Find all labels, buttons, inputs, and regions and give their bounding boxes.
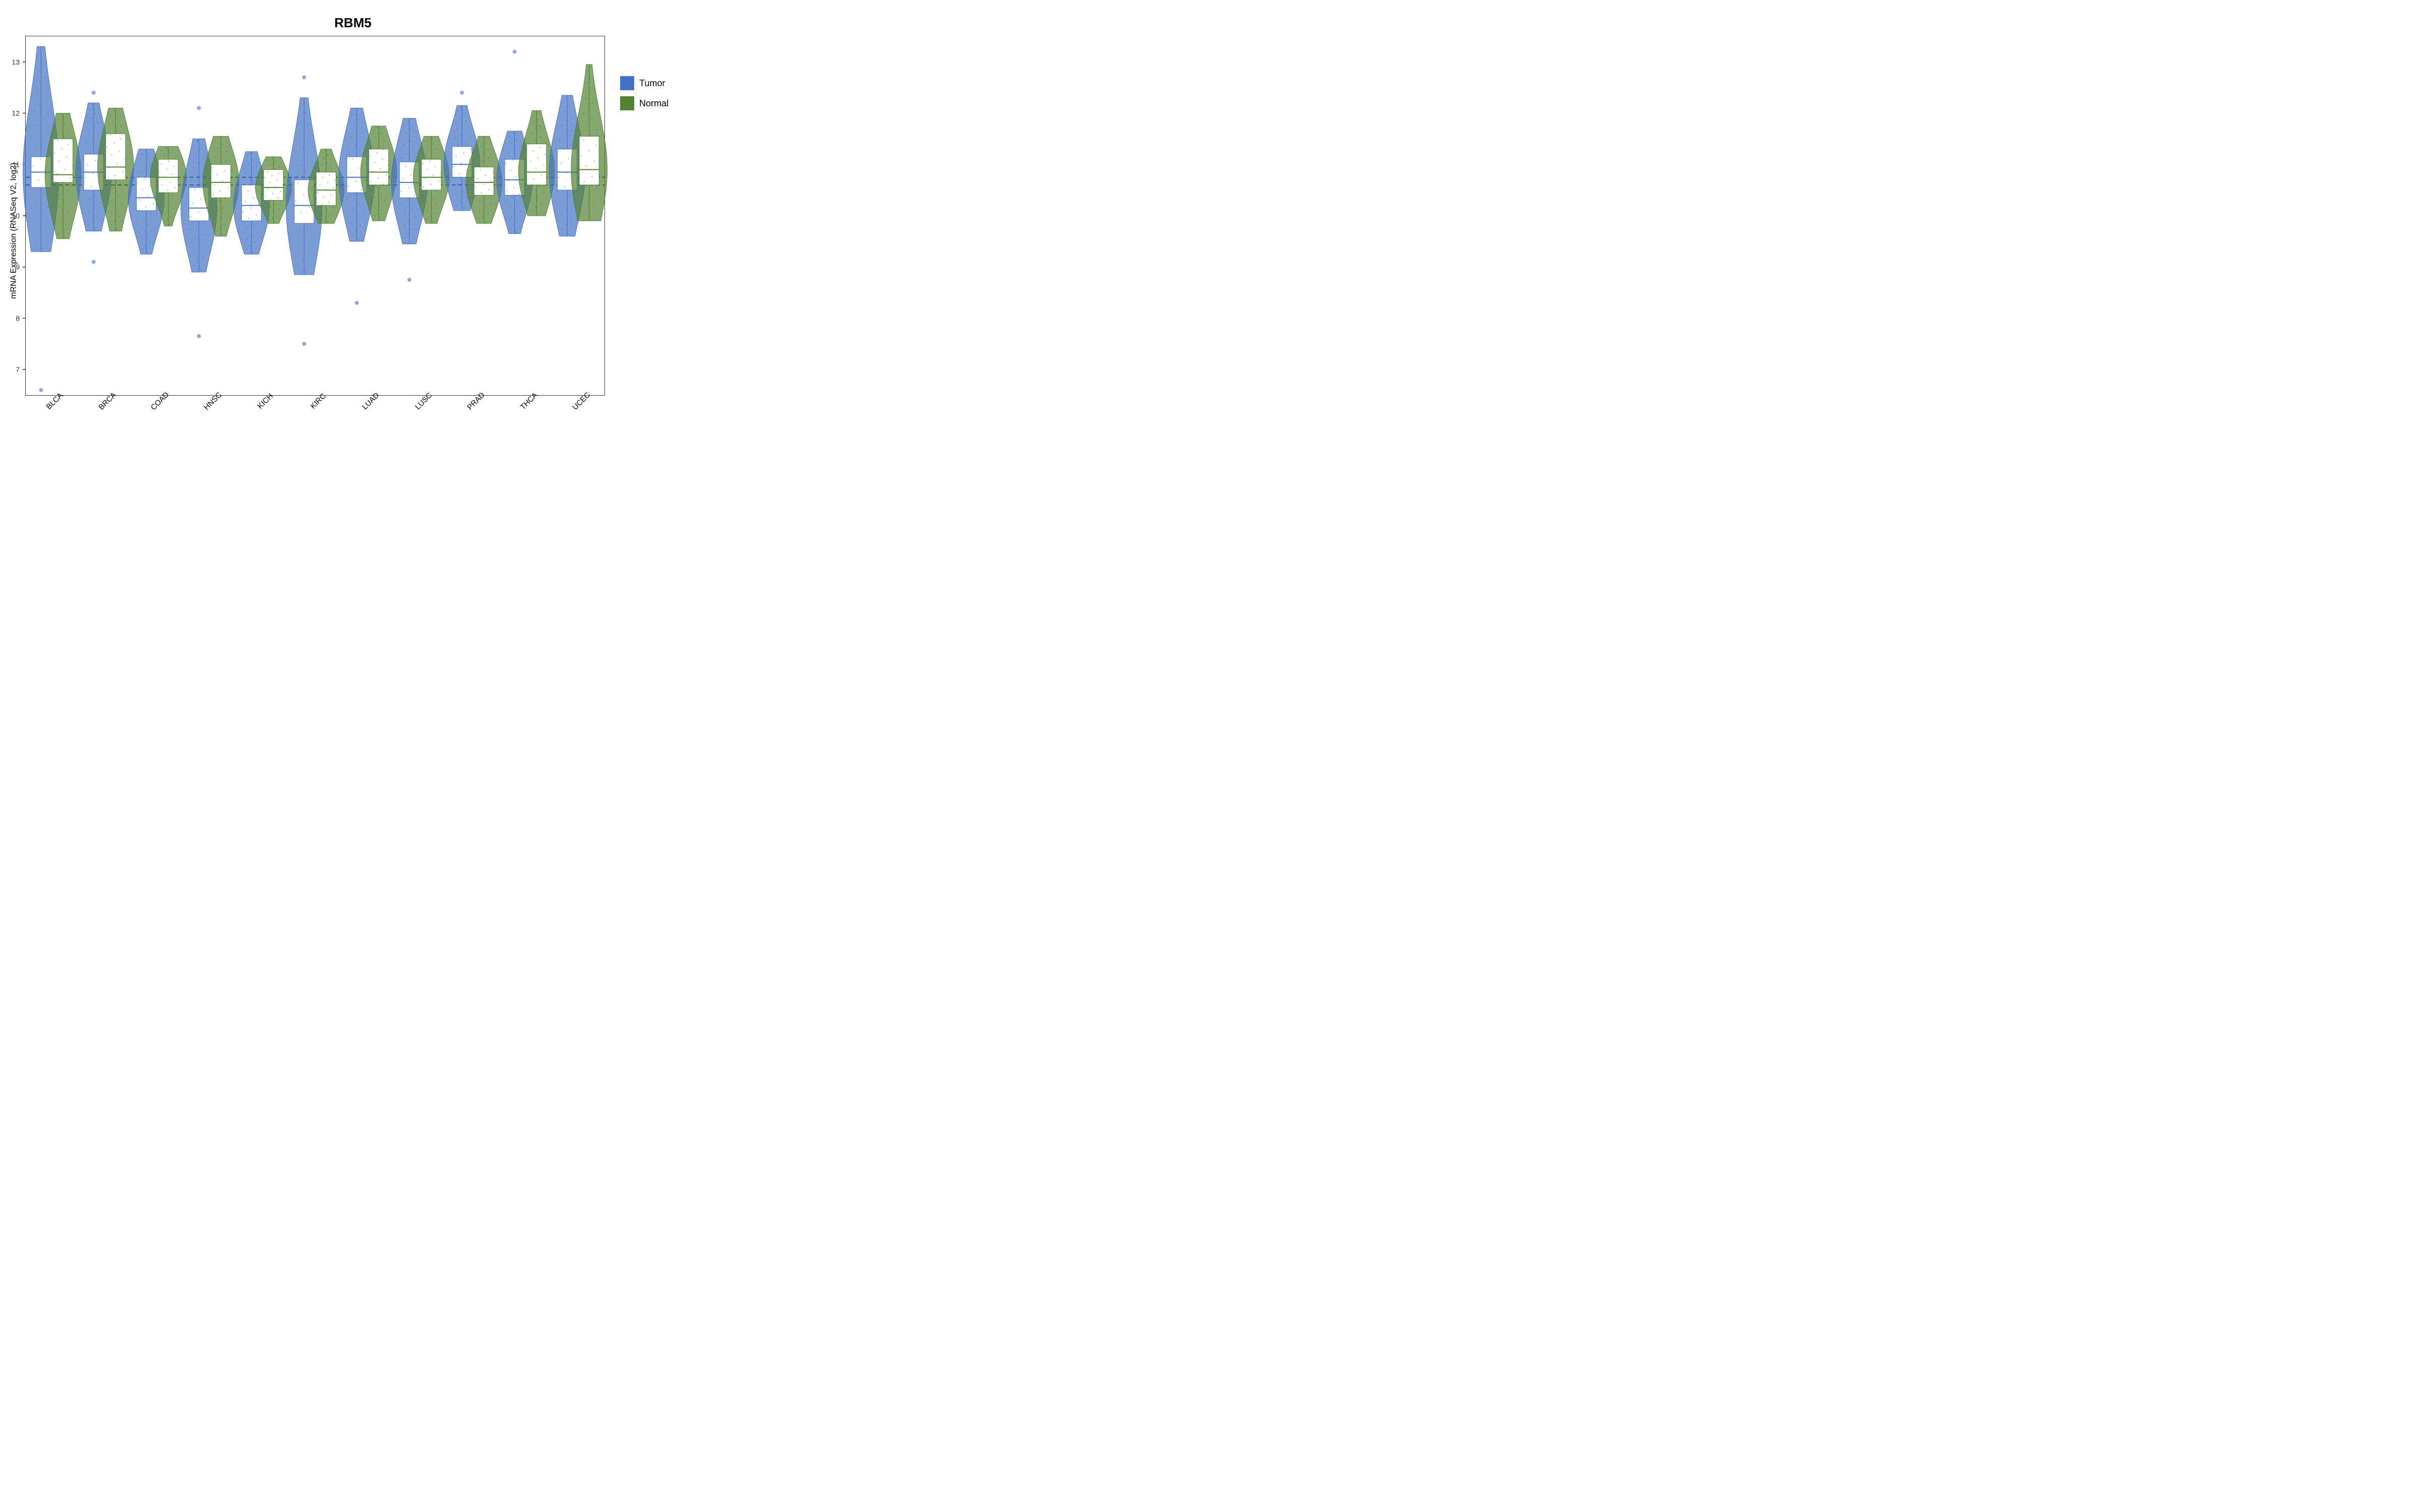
svg-text:10: 10 (12, 212, 20, 220)
legend-box-tumor (620, 76, 634, 90)
legend-item-normal: Normal (620, 96, 701, 110)
legend-item-tumor: Tumor (620, 76, 701, 90)
plot-area-wrapper: 78910111213 BLCABRCACOADHNSCKICHKIRCLUAD… (25, 36, 610, 426)
violin-chart: 78910111213 (26, 36, 604, 395)
legend-area: Tumor Normal (610, 36, 701, 426)
x-axis-labels: BLCABRCACOADHNSCKICHKIRCLUADLUSCPRADTHCA… (25, 396, 605, 426)
chart-body: mRNA Expression (RNASeq V2, log2) 789101… (5, 36, 701, 436)
chart-title: RBM5 (334, 15, 372, 31)
svg-text:12: 12 (12, 109, 20, 117)
svg-text:9: 9 (16, 263, 20, 271)
legend-label-tumor: Tumor (639, 78, 665, 89)
svg-text:11: 11 (12, 160, 20, 168)
svg-text:13: 13 (12, 58, 20, 66)
legend-box-normal (620, 96, 634, 110)
legend-label-normal: Normal (639, 98, 669, 109)
chart-container: RBM5 mRNA Expression (RNASeq V2, log2) 7… (5, 5, 701, 436)
svg-text:7: 7 (16, 365, 20, 373)
svg-text:8: 8 (16, 314, 20, 322)
plot-area: 78910111213 (25, 36, 605, 396)
y-axis-label: mRNA Expression (RNASeq V2, log2) (5, 36, 25, 426)
